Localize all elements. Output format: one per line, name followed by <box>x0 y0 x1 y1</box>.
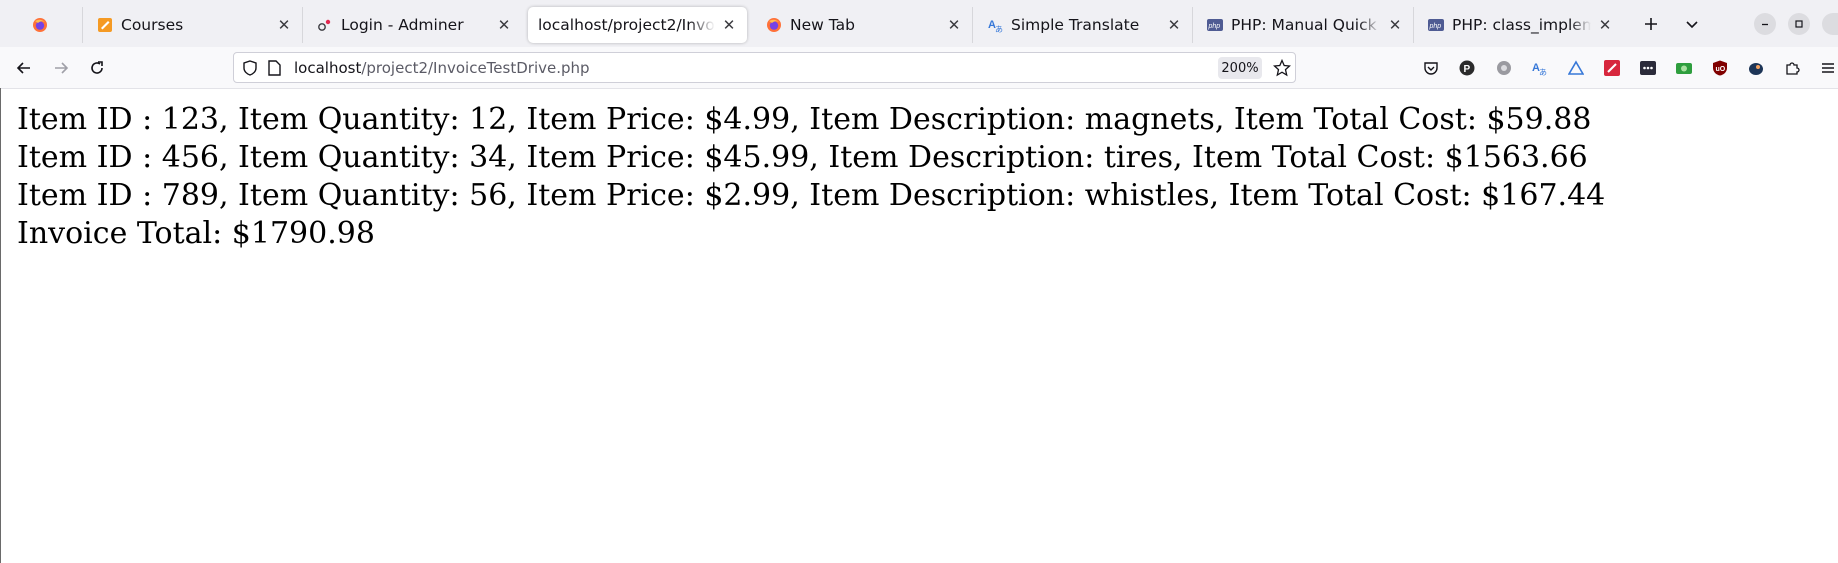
invoice-item-line: Item ID : 123, Item Quantity: 12, Item P… <box>17 102 1592 137</box>
menu-hamburger-icon[interactable] <box>1819 59 1837 77</box>
invoice-item-line: Item ID : 789, Item Quantity: 56, Item P… <box>17 178 1606 213</box>
tab-label: localhost/project2/InvoiceTestDrive.php <box>538 16 715 34</box>
triangle-extension-icon[interactable] <box>1567 59 1585 77</box>
svg-text:あ: あ <box>1539 68 1547 76</box>
adminer-favicon <box>317 17 333 33</box>
red-pen-extension-icon[interactable] <box>1603 59 1621 77</box>
new-tab-button[interactable] <box>1639 12 1663 36</box>
back-button[interactable] <box>11 55 37 81</box>
reload-icon <box>91 61 103 74</box>
window-edge <box>0 88 1 563</box>
bird-extension-icon[interactable] <box>1747 59 1765 77</box>
plus-icon <box>1645 18 1657 30</box>
green-extension-icon[interactable] <box>1675 59 1693 77</box>
tab-label: PHP: class_implements - Manual <box>1452 16 1591 34</box>
close-icon[interactable]: ✕ <box>1387 17 1403 33</box>
tab-firefox-view[interactable] <box>18 7 82 43</box>
close-icon[interactable]: ✕ <box>276 17 292 33</box>
ublock-origin-icon[interactable]: uO <box>1711 59 1729 77</box>
dots-extension-icon[interactable] <box>1639 59 1657 77</box>
tab-php-quick-ref[interactable]: php PHP: Manual Quick Reference ✕ <box>1192 7 1413 43</box>
tab-courses[interactable]: Courses ✕ <box>82 7 302 43</box>
tab-invoice-active[interactable]: localhost/project2/InvoiceTestDrive.php … <box>528 7 747 43</box>
page-info-icon[interactable] <box>267 60 281 80</box>
forward-arrow-icon <box>55 62 69 74</box>
back-arrow-icon <box>16 62 30 74</box>
svg-text:uO: uO <box>1716 66 1726 73</box>
page-content: Item ID : 123, Item Quantity: 12, Item P… <box>17 101 1605 253</box>
zoom-level-badge[interactable]: 200% <box>1218 57 1262 79</box>
svg-text:php: php <box>1429 23 1442 30</box>
pocket-icon[interactable] <box>1422 59 1440 77</box>
php-icon: php <box>1207 17 1223 33</box>
close-window-button[interactable] <box>1822 13 1838 35</box>
minimize-icon <box>1762 23 1768 26</box>
close-icon[interactable]: ✕ <box>946 17 962 33</box>
gear-extension-icon[interactable] <box>1495 59 1513 77</box>
translate-extension-icon[interactable]: Aあ <box>1530 59 1548 77</box>
close-icon[interactable]: ✕ <box>721 17 737 33</box>
tab-label: Courses <box>121 16 184 34</box>
courses-favicon <box>97 17 113 33</box>
svg-text:P: P <box>1464 64 1471 75</box>
invoice-total-line: Invoice Total: $1790.98 <box>17 216 375 251</box>
url-text[interactable]: localhost/project2/InvoiceTestDrive.php <box>294 59 590 77</box>
svg-text:あ: あ <box>995 25 1003 33</box>
maximize-icon <box>1795 20 1803 28</box>
forward-button[interactable] <box>48 55 74 81</box>
maximize-button[interactable] <box>1788 13 1810 35</box>
url-host: localhost <box>294 59 362 77</box>
navigation-toolbar: localhost/project2/InvoiceTestDrive.php … <box>0 47 1838 89</box>
tab-label: Simple Translate <box>1011 16 1140 34</box>
tracking-protection-shield-icon[interactable] <box>242 60 258 80</box>
list-all-tabs-button[interactable] <box>1680 12 1704 36</box>
tab-php-class-implements[interactable]: php PHP: class_implements - Manual ✕ <box>1413 7 1623 43</box>
url-path: /project2/InvoiceTestDrive.php <box>361 59 590 77</box>
extensions-puzzle-icon[interactable] <box>1783 59 1801 77</box>
p-extension-icon[interactable]: P <box>1458 59 1476 77</box>
firefox-icon <box>766 17 782 33</box>
chevron-down-icon <box>1686 21 1698 29</box>
tab-label: Login - Adminer <box>341 16 464 34</box>
reload-button[interactable] <box>84 55 110 81</box>
php-icon: php <box>1428 17 1444 33</box>
invoice-item-line: Item ID : 456, Item Quantity: 34, Item P… <box>17 140 1588 175</box>
tab-strip: Courses ✕ Login - Adminer ✕ localhost/pr… <box>0 0 1838 48</box>
url-bar[interactable]: localhost/project2/InvoiceTestDrive.php … <box>233 52 1296 83</box>
tab-label: PHP: Manual Quick Reference <box>1231 16 1381 34</box>
tab-new-tab[interactable]: New Tab ✕ <box>752 7 972 43</box>
svg-text:php: php <box>1208 23 1221 30</box>
tab-label: New Tab <box>790 16 855 34</box>
close-icon[interactable]: ✕ <box>1597 17 1613 33</box>
tab-adminer[interactable]: Login - Adminer ✕ <box>302 7 522 43</box>
close-icon[interactable]: ✕ <box>1166 17 1182 33</box>
close-icon[interactable]: ✕ <box>496 17 512 33</box>
translate-icon: Aあ <box>987 17 1003 33</box>
tab-simple-translate[interactable]: Aあ Simple Translate ✕ <box>972 7 1192 43</box>
minimize-button[interactable] <box>1754 13 1776 35</box>
bookmark-star-icon[interactable] <box>1272 58 1292 81</box>
firefox-icon <box>32 17 48 33</box>
